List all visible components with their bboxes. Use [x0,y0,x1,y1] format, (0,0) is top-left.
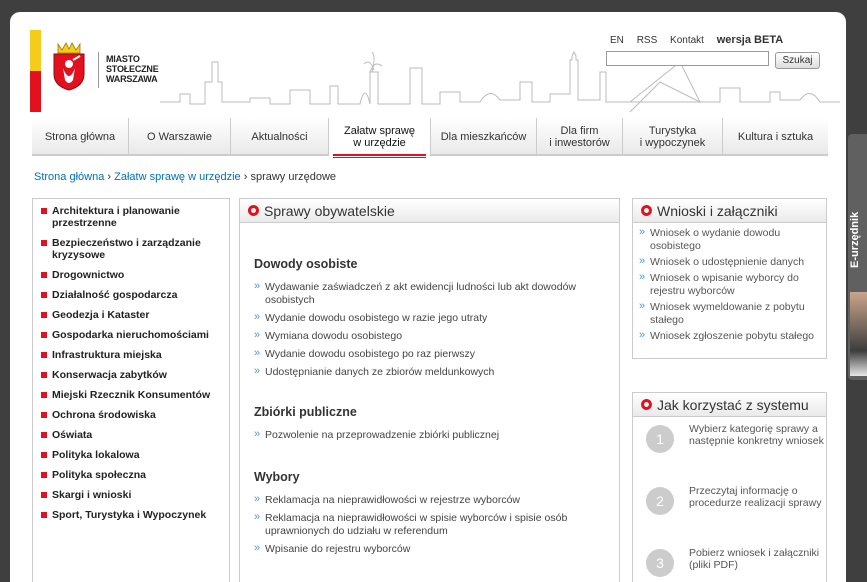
step-number: 2 [646,487,674,515]
section-title: Wybory [254,470,300,484]
lang-en-link[interactable]: EN [610,35,624,46]
service-link[interactable]: Reklamacja na nieprawidłowości w rejestr… [254,493,619,507]
breadcrumb-home-link[interactable]: Strona główna [34,171,104,183]
nav-item-kultura[interactable]: Kultura i sztuka [722,118,828,156]
section-wybory: Wybory Reklamacja na nieprawidłowości w … [240,470,619,556]
service-link[interactable]: Pozwolenie na przeprowadzenie zbiórki pu… [254,428,619,442]
nav-label: O Warszawie [147,131,212,143]
sidebar-item[interactable]: Drogownictwo [41,269,221,281]
breadcrumb-separator: › [104,171,115,183]
step-text: Przeczytaj informację o procedurze reali… [689,485,822,509]
sidebar-item[interactable]: Działalność gospodarcza [41,289,221,301]
wniosek-link[interactable]: Wniosek zgłoszenie pobytu stałego [639,329,820,343]
ring-icon [639,397,654,412]
sidebar-item[interactable]: Geodezja i Kataster [41,309,221,321]
nav-label: Kultura i sztuka [737,131,814,143]
nav-item-o-warszawie[interactable]: O Warszawie [128,118,230,156]
nav-item-turystyka[interactable]: Turystyka i wypoczynek [622,118,722,156]
breadcrumb: Strona główna › Załatw sprawę w urzędzie… [34,171,336,183]
wnioski-links: Wniosek o wydanie dowodu osobistego Wnio… [633,223,826,350]
logo-line: MIASTO [106,54,140,64]
nav-label: Strona główna [44,131,116,143]
sidebar-item[interactable]: Architektura i planowanie przestrzenne [41,205,221,229]
section-title: Zbiórki publiczne [254,405,357,419]
sidebar-item[interactable]: Infrastruktura miejska [41,349,221,361]
nav-item-aktualnosci[interactable]: Aktualności [230,118,328,156]
breadcrumb-separator: › [240,171,251,183]
sidebar-item[interactable]: Skargi i wnioski [41,489,221,501]
wniosek-link[interactable]: Wniosek o udostępnienie danych [639,255,820,269]
category-sidebar: Architektura i planowanie przestrzenne B… [32,198,230,582]
service-link[interactable]: Wpisanie do rejestru wyborców [254,542,619,556]
warsaw-crest-icon[interactable] [50,40,88,92]
sidebar-item[interactable]: Polityka lokalowa [41,449,221,461]
logo-divider [98,52,99,88]
breadcrumb-current: sprawy urzędowe [250,171,337,183]
breadcrumb-parent-link[interactable]: Załatw sprawę w urzędzie [114,171,241,183]
step-number: 1 [646,425,674,453]
sidebar-item[interactable]: Sport, Turystyka i Wypoczynek [41,509,221,521]
wnioski-title: Wnioski i załączniki [657,202,778,219]
search-input[interactable] [606,51,769,66]
logo-text[interactable]: MIASTO STOŁECZNE WARSZAWA [106,54,159,84]
main-title: Sprawy obywatelskie [264,202,395,219]
rss-link[interactable]: RSS [637,35,658,46]
logo-line: WARSZAWA [106,74,158,84]
section-zbiorki: Zbiórki publiczne Pozwolenie na przeprow… [240,405,619,442]
search-button[interactable]: Szukaj [775,52,820,69]
wniosek-link[interactable]: Wniosek o wpisanie wyborcy do rejestru w… [639,271,820,298]
city-flag [30,30,41,112]
top-links: EN RSS Kontakt wersja BETA [610,34,793,46]
service-link[interactable]: Wydawanie zaświadczeń z akt ewidencji lu… [254,280,619,307]
nav-label: Dla mieszkańców [440,131,527,143]
nav-item-dla-firm[interactable]: Dla firm i inwestorów [536,118,622,156]
page: MIASTO STOŁECZNE WARSZAWA EN RSS Kontakt… [10,12,846,582]
sidebar-item[interactable]: Polityka społeczna [41,469,221,481]
wnioski-panel-title: Wnioski i załączniki [633,199,826,223]
ring-icon [246,203,261,218]
howto-title: Jak korzystać z systemu [657,396,809,413]
service-link[interactable]: Wymiana dowodu osobistego [254,329,619,343]
e-urzednik-photo [850,292,867,376]
howto-step: 3 Pobierz wniosek i załączniki (pliki PDF… [633,541,826,582]
service-link[interactable]: Reklamacja na nieprawidłowości w spisie … [254,511,619,538]
howto-panel-title: Jak korzystać z systemu [633,393,826,417]
beta-label: wersja BETA [716,34,784,46]
sidebar-item[interactable]: Miejski Rzecznik Konsumentów [41,389,221,401]
wniosek-link[interactable]: Wniosek o wydanie dowodu osobistego [639,226,820,253]
nav-label: Dla firm i inwestorów [549,125,610,149]
service-link[interactable]: Udostępnianie danych ze zbiorów meldunko… [254,365,619,379]
sidebar-item[interactable]: Ochrona środowiska [41,409,221,421]
service-link[interactable]: Wydanie dowodu osobistego po raz pierwsz… [254,347,619,361]
howto-panel: Jak korzystać z systemu 1 Wybierz kategor… [632,392,827,582]
wniosek-link[interactable]: Wniosek wymeldowanie z pobytu stałego [639,300,820,327]
howto-step: 1 Wybierz kategorię sprawy a następnie ko… [633,417,826,479]
main-panel-title: Sprawy obywatelskie [240,199,619,223]
main-panel: Sprawy obywatelskie Dowody osobiste Wyda… [239,198,620,582]
logo-line: STOŁECZNE [106,64,159,74]
howto-step: 2 Przeczytaj informację o procedurze real… [633,479,826,541]
sidebar-item[interactable]: Oświata [41,429,221,441]
step-number: 3 [646,549,674,577]
nav-label: Aktualności [251,131,308,143]
main-nav: Strona główna O Warszawie Aktualności Za… [32,118,828,158]
sidebar-item[interactable]: Konserwacja zabytków [41,369,221,381]
step-text: Pobierz wniosek i załączniki (pliki PDF) [689,547,820,571]
sidebar-item[interactable]: Gospodarka nieruchomościami [41,329,221,341]
ring-icon [639,203,654,218]
section-title: Dowody osobiste [254,257,358,271]
sidebar-item[interactable]: Bezpieczeństwo i zarządzanie kryzysowe [41,237,221,261]
e-urzednik-label: E-urzędnik [849,211,861,268]
kontakt-link[interactable]: Kontakt [670,35,704,46]
nav-item-strona-glowna[interactable]: Strona główna [32,118,128,156]
service-link[interactable]: Wydanie dowodu osobistego w razie jego u… [254,311,619,325]
nav-item-dla-mieszkancow[interactable]: Dla mieszkańców [430,118,536,156]
nav-label: Turystyka i wypoczynek [639,125,706,149]
wnioski-panel: Wnioski i załączniki Wniosek o wydanie d… [632,198,827,359]
step-text: Wybierz kategorię sprawy a następnie kon… [689,423,824,447]
nav-label: Załatw sprawę w urzędzie [344,125,415,149]
active-tab-underline [333,154,426,158]
nav-item-zalatw-sprawe[interactable]: Załatw sprawę w urzędzie [328,118,430,158]
section-dowody: Dowody osobiste Wydawanie zaświadczeń z … [240,257,619,379]
